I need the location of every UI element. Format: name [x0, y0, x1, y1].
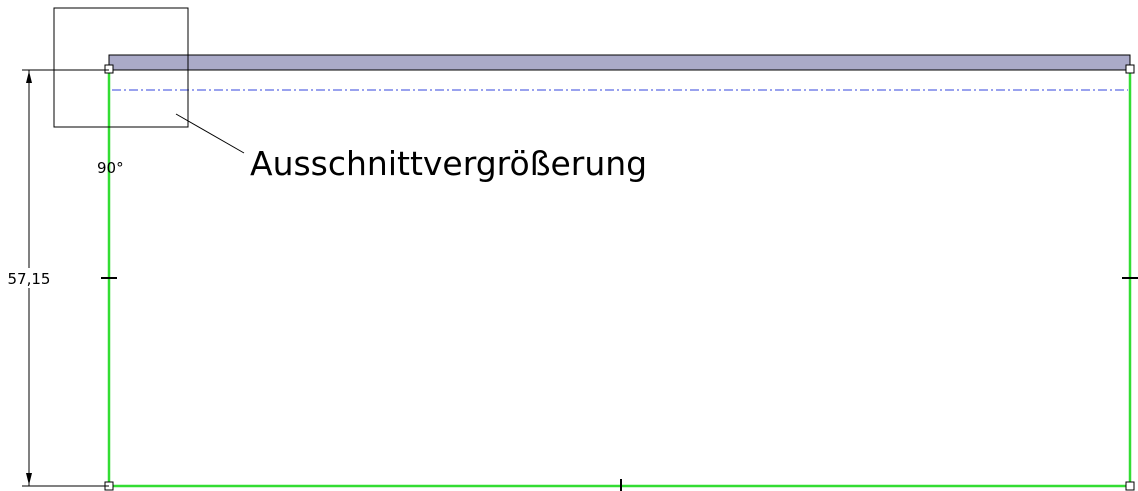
dimension-arrow-bottom: [26, 473, 32, 485]
corner-grip-bottom-right[interactable]: [1125, 481, 1135, 491]
top-flange-band[interactable]: [108, 54, 1131, 71]
callout-label: Ausschnittvergrößerung: [250, 144, 647, 183]
angle-label: 90°: [97, 159, 124, 177]
corner-grip-top-left[interactable]: [104, 64, 114, 74]
dimension-value[interactable]: 57,15: [8, 270, 51, 288]
callout-leader-line: [175, 113, 245, 154]
dimension-arrow-top: [26, 71, 32, 83]
corner-grip-top-right[interactable]: [1125, 64, 1135, 74]
cad-drawing-canvas: 57,15 90° Ausschnittvergrößerung: [7, 7, 1138, 491]
